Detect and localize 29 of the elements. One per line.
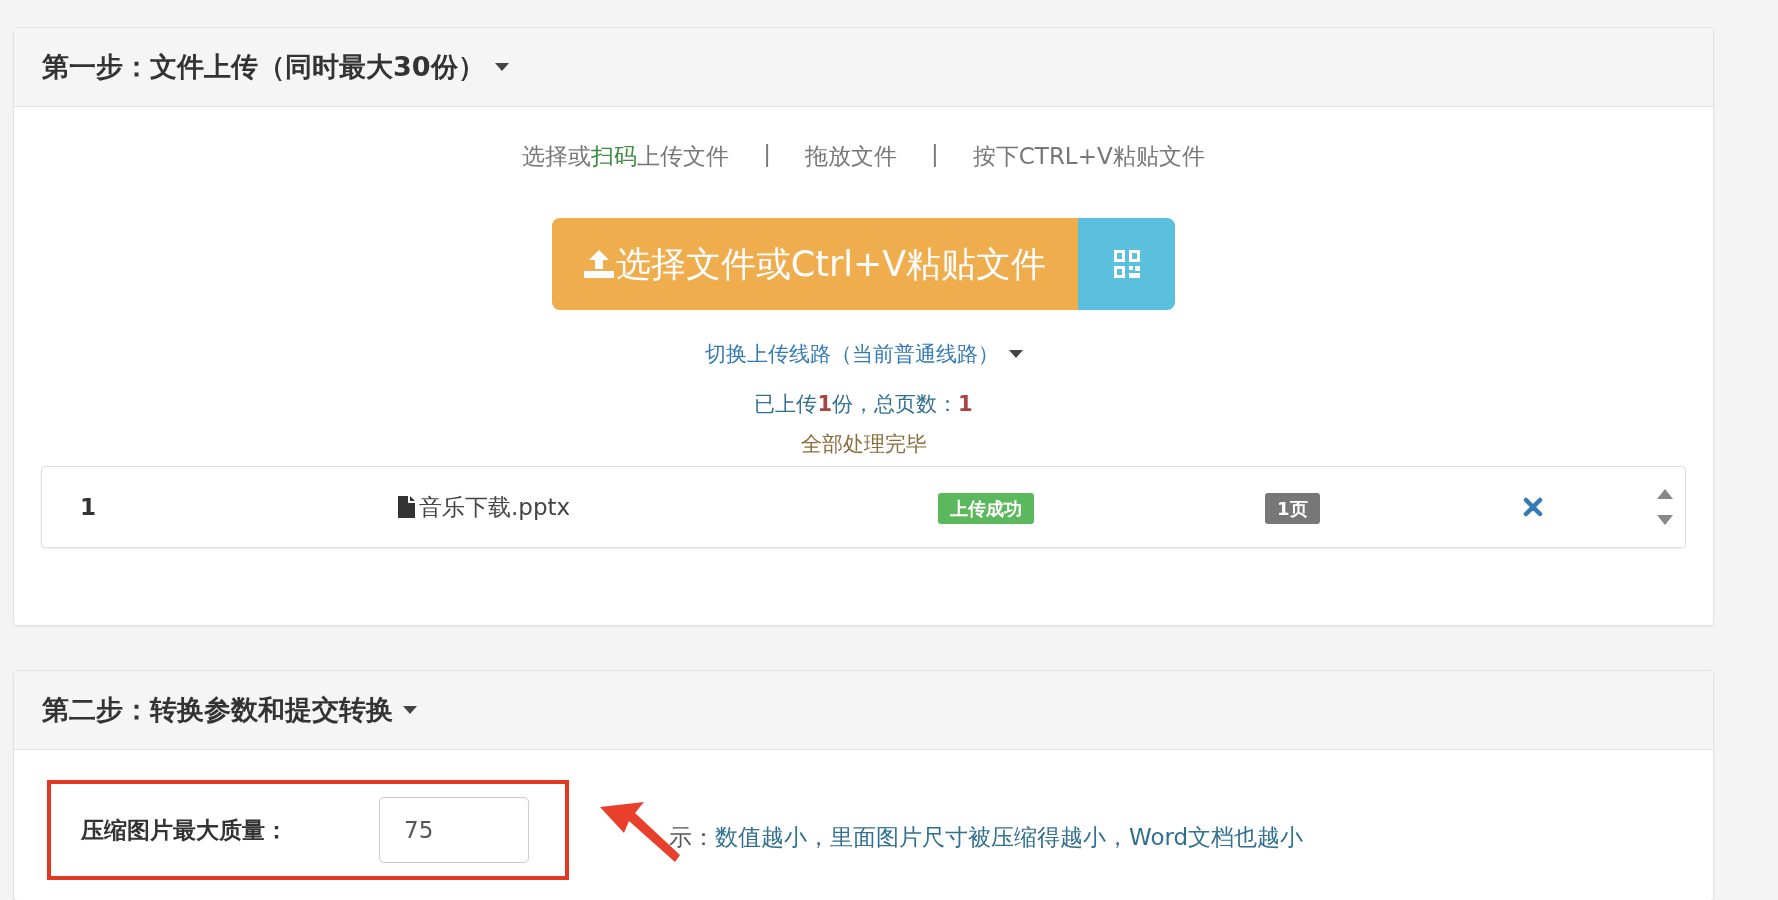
quality-input[interactable]: 75 xyxy=(379,797,529,863)
section-toggle[interactable]: 第二步：转换参数和提交转换 xyxy=(42,692,417,728)
close-icon xyxy=(1523,497,1543,517)
caret-icon xyxy=(1008,350,1023,358)
scroll-down-icon[interactable] xyxy=(1657,515,1673,525)
section-toggle[interactable]: 第一步：文件上传（同时最大30份） xyxy=(42,49,509,85)
separator: | xyxy=(763,141,772,169)
hint-text: 数值越小，里面图片尺寸被压缩得越小，Word文档也越小 xyxy=(715,823,1304,852)
status-text: 全部处理完毕 xyxy=(800,431,927,458)
upload-method-text: 按下CTRL+V粘贴文件 xyxy=(972,142,1205,171)
quality-label: 压缩图片最大质量： xyxy=(81,815,289,845)
upload-method-text: 选择或扫码上传文件 xyxy=(522,142,730,171)
qr-code-icon xyxy=(1113,250,1140,278)
status-badge: 上传成功 xyxy=(938,492,1034,524)
file-index: 1 xyxy=(79,494,97,520)
route-link[interactable]: 切换上传线路（当前普通线路） xyxy=(704,340,1023,368)
caret-icon xyxy=(403,706,417,714)
remove-button[interactable] xyxy=(1523,497,1543,517)
page-count-badge: 1页 xyxy=(1265,492,1320,524)
qr-code-button[interactable] xyxy=(1078,218,1175,310)
separator: | xyxy=(931,141,939,169)
file-icon xyxy=(398,496,415,518)
scroll-up-icon[interactable] xyxy=(1657,489,1673,499)
upload-summary: 已上传1份，总页数：1 xyxy=(754,391,973,418)
upload-method-text: 拖放文件 xyxy=(805,142,898,171)
caret-icon xyxy=(494,63,509,71)
hint-label: 示： xyxy=(669,823,715,852)
file-name: 音乐下载.pptx xyxy=(419,492,571,522)
upload-icon xyxy=(583,250,614,278)
